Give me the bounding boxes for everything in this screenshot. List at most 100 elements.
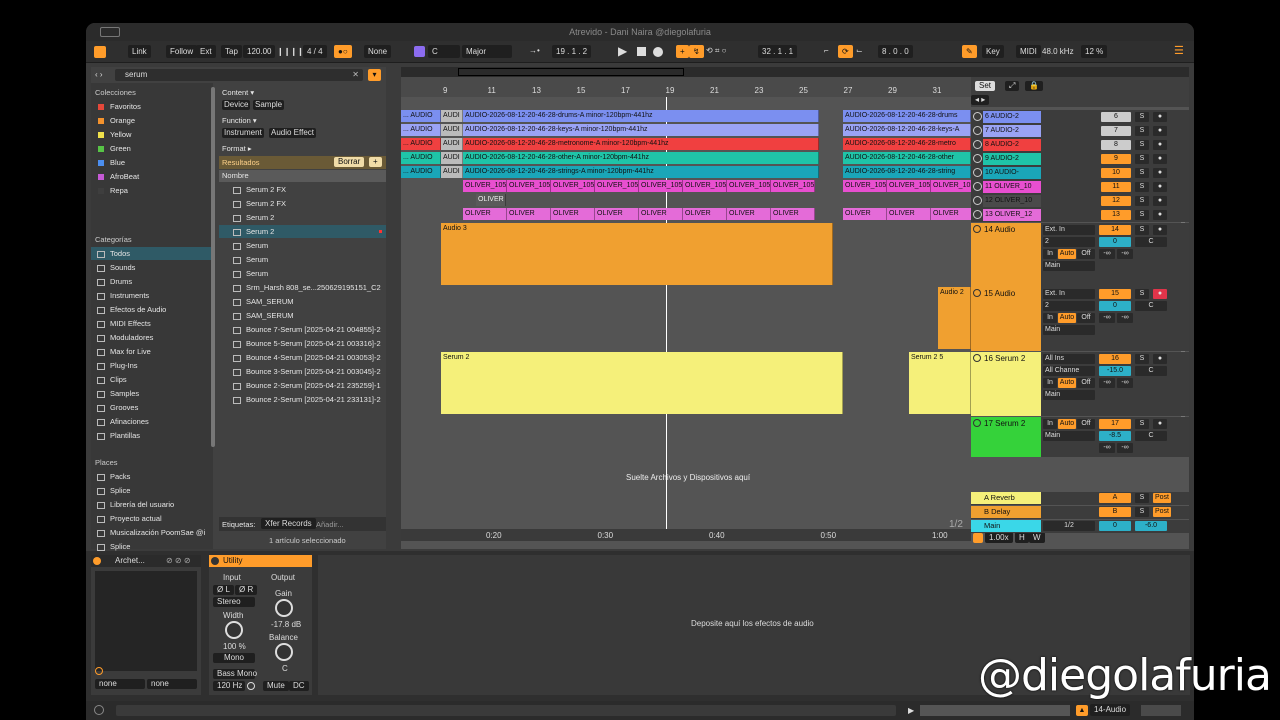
filter-icon[interactable]: ▾	[368, 69, 381, 81]
pan-field[interactable]: C	[1135, 237, 1167, 247]
audio-clip[interactable]: AUDIO-2026-08-12-20-46-28-drums-A minor-…	[463, 110, 819, 122]
time-ruler[interactable]: 0:20 0:30 0:40 0:50 1:00	[401, 529, 971, 541]
audio-effect-tag[interactable]: Audio Effect	[269, 128, 316, 138]
overview-window[interactable]	[458, 68, 684, 76]
tag-xfer[interactable]: Xfer Records	[261, 518, 316, 529]
send-a-field[interactable]: -∞	[1099, 249, 1115, 259]
clip-stub[interactable]: AUDI	[441, 124, 463, 136]
arm-button[interactable]: ●	[1153, 168, 1167, 178]
track-number-button[interactable]: 11	[1101, 182, 1131, 192]
scale-select[interactable]: Major	[462, 45, 512, 58]
track-fold-icon[interactable]	[973, 182, 982, 191]
arm-button[interactable]: ●	[1153, 354, 1167, 364]
track-fold-icon[interactable]	[973, 210, 982, 219]
punch-out-icon[interactable]: ⌙	[856, 46, 863, 55]
track-name[interactable]: 11 OLIVER_10	[983, 181, 1041, 193]
result-item[interactable]: Serum	[219, 267, 386, 280]
track-fold-icon[interactable]	[973, 126, 982, 135]
clip-stub[interactable]: AUDI	[441, 152, 463, 164]
send-b-field[interactable]: -∞	[1117, 443, 1133, 453]
clear-search-icon[interactable]: ✕	[352, 70, 359, 79]
time-signature[interactable]: 4 / 4	[303, 45, 327, 58]
monitor-off[interactable]: Off	[1077, 378, 1095, 388]
record-icon[interactable]	[653, 47, 663, 57]
arm-button[interactable]: ●	[1153, 182, 1167, 192]
bass-mono-button[interactable]: Bass Mono	[213, 669, 257, 679]
category-item[interactable]: MIDI Effects	[91, 317, 211, 330]
zoom-field[interactable]: 1.00x	[985, 532, 1013, 543]
track-fold-icon[interactable]	[973, 168, 982, 177]
category-item[interactable]: Samples	[91, 387, 211, 400]
audio-clip[interactable]: AUDIO-2026-08-12-20-46-28-other	[843, 152, 971, 164]
overdub-icon[interactable]: +	[676, 45, 689, 58]
midi-clip[interactable]: OLIVER_105	[931, 180, 975, 192]
result-item[interactable]: Bounce 5-Serum [2025-04-21 003316]-2	[219, 337, 386, 350]
macro-knob-icon[interactable]	[95, 667, 103, 675]
track-name[interactable]: 6 AUDIO-2	[983, 111, 1041, 123]
track-name[interactable]: 13 OLIVER_12	[983, 209, 1041, 221]
clip-stub[interactable]: AUDI	[441, 138, 463, 150]
capture-icon[interactable]: ⟲ ⌗ ○	[706, 46, 727, 56]
monitor-in[interactable]: In	[1043, 419, 1057, 429]
result-item[interactable]: Serum	[219, 239, 386, 252]
set-button[interactable]: Set	[975, 81, 996, 91]
warning-icon[interactable]: ▲	[1076, 705, 1088, 716]
solo-button[interactable]: S	[1135, 225, 1149, 235]
track-fold-icon[interactable]	[973, 225, 981, 233]
solo-button[interactable]: S	[1135, 140, 1149, 150]
solo-button[interactable]: S	[1135, 419, 1149, 429]
arm-button[interactable]: ●	[1153, 289, 1167, 299]
arm-button[interactable]: ●	[1153, 419, 1167, 429]
window-menu-icon[interactable]	[100, 27, 120, 37]
gain-knob[interactable]	[275, 599, 293, 617]
midi-clip[interactable]: OLIVER	[476, 194, 506, 206]
w-button[interactable]: W	[1029, 532, 1045, 543]
back-icon[interactable]: ‹ ›	[95, 70, 103, 79]
track-number-button[interactable]: 12	[1101, 196, 1131, 206]
search-field[interactable]: serum ✕	[115, 69, 363, 81]
tempo-field[interactable]: 120.00	[243, 45, 276, 58]
fold-icon[interactable]: ◂ ▸	[971, 95, 990, 105]
overview-bar[interactable]	[401, 67, 1189, 77]
device-controls-icon[interactable]: ⊘ ⊘ ⊘	[166, 556, 191, 565]
solo-button[interactable]: S	[1135, 493, 1149, 503]
track-name-area[interactable]: 17 Serum 2	[971, 417, 1041, 457]
midi-clip[interactable]: OLIVER_105	[639, 180, 683, 192]
midi-clip[interactable]: OLIVER	[595, 208, 639, 220]
place-item[interactable]: Musicalización PoomSae @i	[95, 526, 205, 539]
arm-button[interactable]: ●	[1153, 196, 1167, 206]
midi-clip[interactable]: Serum 2	[441, 352, 843, 414]
solo-button[interactable]: S	[1135, 289, 1149, 299]
track-number-button[interactable]: 6	[1101, 112, 1131, 122]
category-item[interactable]: Efectos de Audio	[91, 303, 211, 316]
info-icon[interactable]	[94, 705, 104, 715]
midi-clip[interactable]: OLIVER_105	[551, 180, 595, 192]
key-select[interactable]: C	[428, 45, 460, 58]
send-a-field[interactable]: -∞	[1099, 378, 1115, 388]
solo-button[interactable]: S	[1135, 196, 1149, 206]
input-channel-select[interactable]: 2	[1043, 301, 1095, 311]
send-b-field[interactable]: -∞	[1117, 313, 1133, 323]
phase-l-button[interactable]: Ø L	[213, 585, 234, 595]
return-letter[interactable]: A	[1099, 493, 1131, 503]
audio-clip[interactable]: Audio 3	[441, 223, 833, 285]
midi-clip[interactable]: OLIVER	[639, 208, 683, 220]
track-name[interactable]: 8 AUDIO-2	[983, 139, 1041, 151]
place-item[interactable]: Librería del usuario	[95, 498, 174, 511]
none-select-2[interactable]: none	[147, 679, 197, 689]
collection-item[interactable]: Blue	[95, 156, 125, 169]
master-name[interactable]: Main	[971, 520, 1041, 532]
channel-mode-select[interactable]: Stereo	[213, 597, 255, 607]
pan-field[interactable]: C	[1135, 366, 1167, 376]
loop-length[interactable]: 8 . 0 . 0	[878, 45, 913, 58]
track-number-button[interactable]: 9	[1101, 154, 1131, 164]
name-column-header[interactable]: Nombre	[219, 170, 386, 182]
track-fold-icon[interactable]	[973, 289, 981, 297]
solo-button[interactable]: S	[1135, 126, 1149, 136]
song-position[interactable]: 19 . 1 . 2	[552, 45, 592, 58]
send-b-field[interactable]: -∞	[1117, 378, 1133, 388]
midi-clip[interactable]: OLIVER	[931, 208, 975, 220]
result-item[interactable]: Serum	[219, 253, 386, 266]
track-fold-icon[interactable]	[973, 140, 982, 149]
midi-clip[interactable]: OLIVER_105	[463, 180, 507, 192]
